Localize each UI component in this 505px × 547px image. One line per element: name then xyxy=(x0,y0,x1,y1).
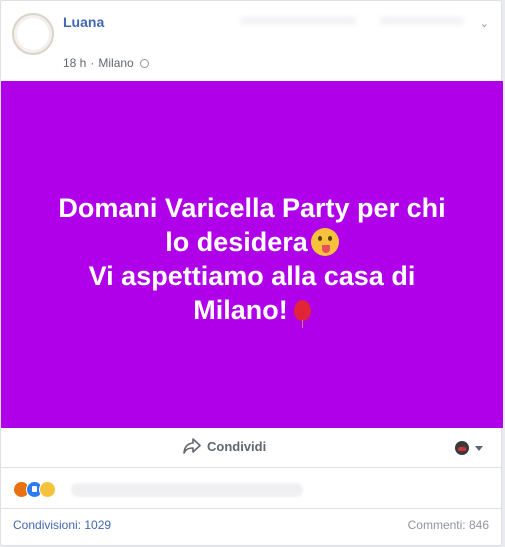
reaction-icons[interactable] xyxy=(13,478,56,500)
post-location[interactable]: Milano xyxy=(98,56,133,70)
redacted-header-text xyxy=(239,17,357,25)
meta-separator: · xyxy=(90,56,95,70)
shares-count[interactable]: Condivisioni: 1029 xyxy=(13,518,111,532)
page-avatar-icon xyxy=(455,441,469,455)
author-avatar[interactable] xyxy=(12,13,54,55)
banner-text: Domani Varicella Party per chi lo deside… xyxy=(32,191,472,328)
post-meta: 18 h · Milano xyxy=(63,56,149,70)
share-arrow-icon xyxy=(183,438,201,454)
post-actions-bar: Condividi xyxy=(1,428,501,468)
tongue-face-emoji-icon xyxy=(310,227,339,256)
post-card: Luana ⌄ 18 h · Milano Domani Varicella P… xyxy=(0,0,503,547)
post-footer: Condivisioni: 1029 Commenti: 846 xyxy=(1,508,501,547)
haha-reaction-icon xyxy=(39,480,56,498)
banner-line-1: Domani Varicella Party per chi xyxy=(58,192,446,223)
share-button-label: Condividi xyxy=(207,438,267,454)
post-time[interactable]: 18 h xyxy=(63,56,86,70)
balloon-emoji-icon xyxy=(293,299,311,328)
banner-line-2: lo desidera xyxy=(165,226,308,257)
banner-line-4: Milano! xyxy=(193,294,288,325)
author-name[interactable]: Luana xyxy=(63,14,104,30)
share-button[interactable]: Condividi xyxy=(183,438,266,454)
post-header: Luana ⌄ 18 h · Milano xyxy=(1,1,501,81)
post-text-banner: Domani Varicella Party per chi lo deside… xyxy=(1,81,503,428)
public-globe-icon xyxy=(139,58,149,68)
redacted-header-text-2 xyxy=(379,17,465,25)
page-identity-selector[interactable] xyxy=(455,441,483,455)
post-options-chevron-icon[interactable]: ⌄ xyxy=(480,17,489,30)
banner-line-3: Vi aspettiamo alla casa di xyxy=(88,260,416,291)
caret-down-icon xyxy=(475,445,483,451)
comments-count[interactable]: Commenti: 846 xyxy=(408,518,489,532)
redacted-reactor-names xyxy=(71,483,303,497)
